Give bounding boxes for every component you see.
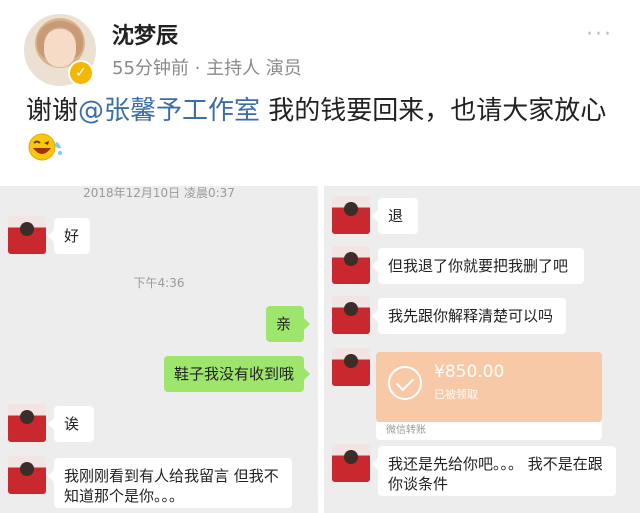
message-bubble: 我先跟你解释清楚可以吗 <box>372 298 566 334</box>
post-text-before: 谢谢 <box>26 96 79 126</box>
chat-screenshot-right: 退 但我退了你就要把我删了吧 我先跟你解释清楚可以吗 ¥850.00 已被领取 … <box>324 186 640 513</box>
chat-avatar <box>332 296 370 334</box>
message-bubble: 退 <box>372 198 418 234</box>
message-bubble: 我还是先给你吧。。。 我不是在跟你谈条件 <box>372 446 616 496</box>
chat-avatar <box>332 196 370 234</box>
transfer-status: 已被领取 <box>434 388 478 401</box>
message-bubble: 诶 <box>48 406 94 442</box>
verified-badge-icon: ✓ <box>68 60 94 86</box>
chat-avatar <box>8 216 46 254</box>
chat-avatar <box>8 456 46 494</box>
timestamp-mid: 下午4:36 <box>133 276 185 290</box>
chat-screenshot-left: 2018年12月10日 凌晨0:37 好 下午4:36 亲 鞋子我没有收到哦 诶… <box>0 186 318 513</box>
transfer-card[interactable]: ¥850.00 已被领取 <box>376 352 602 422</box>
avatar-face <box>44 29 76 67</box>
username[interactable]: 沈梦辰 <box>112 18 178 50</box>
chat-avatar <box>332 444 370 482</box>
message-bubble: 我刚刚看到有人给我留言 但我不知道那个是你。。。 <box>48 458 292 508</box>
chat-avatar <box>332 348 370 386</box>
post-text: 谢谢@张馨予工作室 我的钱要回来，也请大家放心 <box>26 92 616 168</box>
check-circle-icon <box>388 366 422 400</box>
timestamp-top: 2018年12月10日 凌晨0:37 <box>83 186 235 200</box>
transfer-amount: ¥850.00 <box>434 362 505 382</box>
mention-link[interactable]: @张馨予工作室 <box>78 96 260 126</box>
laughing-wink-emoji-icon <box>26 132 64 162</box>
post-text-after: 我的钱要回来，也请大家放心 <box>260 96 607 126</box>
transfer-footer: 微信转账 <box>376 422 602 440</box>
message-bubble: 好 <box>48 218 90 254</box>
message-bubble-out: 鞋子我没有收到哦 <box>164 356 310 392</box>
chat-avatar <box>8 404 46 442</box>
message-bubble: 但我退了你就要把我删了吧 <box>372 248 584 284</box>
message-bubble-out: 亲 <box>266 306 310 342</box>
post-meta: 55分钟前 · 主持人 演员 <box>112 58 302 79</box>
chat-avatar <box>332 246 370 284</box>
more-dots-icon[interactable]: ··· <box>586 22 613 47</box>
